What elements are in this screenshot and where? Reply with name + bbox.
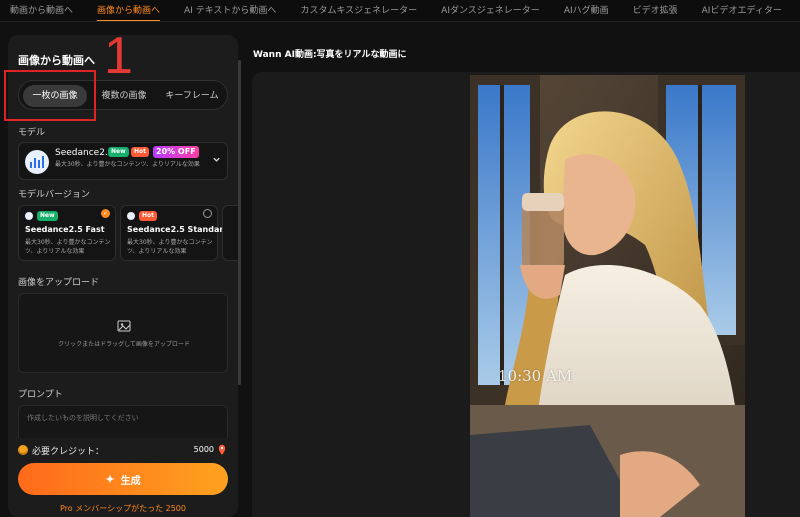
credits-value: 5000 [193,445,214,454]
tab-text-to-video[interactable]: AI テキストから動画へ [184,0,276,21]
tab-image-to-video[interactable]: 画像から動画へ [97,0,161,21]
pro-membership-note[interactable]: Pro メンバーシップがたった 2500 [18,503,228,514]
mode-tab-keyframe[interactable]: キーフレーム [159,85,225,107]
new-badge: New [37,211,58,221]
upload-label: 画像をアップロード [18,278,100,288]
check-icon: ✓ [101,209,110,218]
pin-icon [218,444,226,455]
coin-icon [18,445,28,455]
seedance-small-icon [25,212,33,220]
model-select[interactable]: Seedance2.5 New Hot 20% OFF 最大30秒、より豊かなコ… [18,142,228,180]
sparkle-icon: ✦ [105,473,115,486]
version-description: 最大30秒、より豊かなコンテンツ、よりリアルな効果 [25,239,111,255]
model-name: Seedance2.5 [55,148,114,158]
prompt-input[interactable]: 作成したいものを説明してください [18,405,228,438]
chevron-down-icon [213,157,220,162]
tab-video-to-video[interactable]: 動画から動画へ [10,0,73,21]
version-card-standard[interactable]: Hot Seedance2.5 Standard 最大30秒、より豊かなコンテン… [120,205,229,261]
image-upload-icon [117,320,131,332]
model-label: モデル [18,128,46,138]
preview-photo: 10:30 AM [470,75,745,517]
mode-tab-multiple-images[interactable]: 複数の画像 [91,85,157,107]
photo-caption: 10:30 AM [498,367,573,385]
tab-ai-dance[interactable]: AIダンスジェネレーター [441,0,540,21]
radio-unselected-icon [203,209,212,218]
hot-badge: Hot [131,147,150,157]
seedance-small-icon [127,212,135,220]
hot-badge: Hot [139,211,158,221]
top-nav: 動画から動画へ 画像から動画へ AI テキストから動画へ カスタムキスジェネレー… [0,0,800,22]
seedance-logo-icon [25,150,49,174]
version-card-next[interactable] [222,205,238,261]
model-description: 最大30秒、より豊かなコンテンツ、よりリアルな効果 [55,161,200,168]
prompt-label: プロンプト [18,390,63,400]
generate-button[interactable]: ✦ 生成 [18,463,228,495]
upload-hint: クリックまたはドラッグして画像をアップロード [58,341,190,348]
version-description: 最大30秒、より豊かなコンテンツ、よりリアルな効果 [127,239,213,255]
version-name: Seedance2.5 Standard [127,225,230,234]
model-version-label: モデルバージョン [18,190,90,200]
tab-ai-hug[interactable]: AIハグ動画 [564,0,609,21]
image-upload-dropzone[interactable]: クリックまたはドラッグして画像をアップロード [18,293,228,373]
credits-label: 必要クレジット： [32,447,105,457]
annotation-number: 1 [104,27,133,85]
version-card-fast[interactable]: New ✓ Seedance2.5 Fast 最大30秒、より豊かなコンテンツ、… [18,205,116,261]
generate-label: 生成 [120,475,141,487]
panel-scrollbar[interactable] [238,60,241,385]
new-badge: New [108,147,129,157]
discount-badge: 20% OFF [153,146,199,158]
tab-custom-kiss[interactable]: カスタムキスジェネレーター [300,0,417,21]
annotation-highlight-box [4,70,96,121]
tab-ai-video-editor[interactable]: AIビデオエディター [702,0,782,21]
version-name: Seedance2.5 Fast [25,225,105,234]
page-title: Wann AI動画:写真をリアルな動画に [253,50,407,60]
panel-title: 画像から動画へ [18,54,95,67]
credits-row: 必要クレジット： 5000 [18,444,228,458]
tab-video-extend[interactable]: ビデオ拡張 [633,0,678,21]
